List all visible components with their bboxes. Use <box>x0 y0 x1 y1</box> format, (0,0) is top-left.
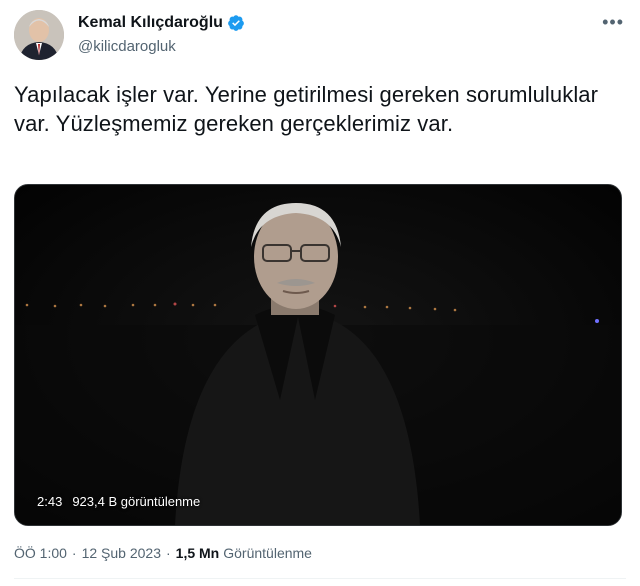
tweet-date[interactable]: 12 Şub 2023 <box>82 545 161 561</box>
video-overlay: 2:43 923,4 B görüntülenme <box>37 494 200 509</box>
tweet-meta: ÖÖ 1:00 · 12 Şub 2023 · 1,5 Mn Görüntüle… <box>14 545 312 561</box>
views-label: Görüntülenme <box>223 545 312 561</box>
tweet-time[interactable]: ÖÖ 1:00 <box>14 545 67 561</box>
meta-separator: · <box>71 545 77 561</box>
tweet-header: Kemal Kılıçdaroğlu @kilicdarogluk ••• <box>0 0 640 70</box>
meta-separator-2: · <box>166 545 171 561</box>
video-duration: 2:43 <box>37 494 63 509</box>
divider <box>14 578 626 579</box>
video-views: 923,4 B görüntülenme <box>72 494 201 509</box>
video-player[interactable]: 2:43 923,4 B görüntülenme <box>14 184 622 526</box>
author-name-row: Kemal Kılıçdaroğlu <box>78 14 245 32</box>
author-name[interactable]: Kemal Kılıçdaroğlu <box>78 14 223 32</box>
views-count: 1,5 Mn <box>175 545 220 561</box>
more-options-icon[interactable]: ••• <box>602 12 624 33</box>
tweet-text: Yapılacak işler var. Yerine getirilmesi … <box>14 82 599 136</box>
verified-badge-icon <box>227 14 245 32</box>
avatar[interactable] <box>14 10 64 60</box>
author-handle[interactable]: @kilicdarogluk <box>78 38 176 55</box>
video-frame <box>15 185 621 525</box>
avatar-image <box>14 10 64 60</box>
